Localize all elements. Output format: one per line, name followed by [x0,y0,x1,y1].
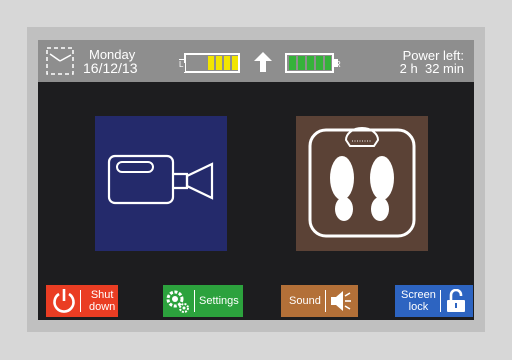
date-display: Monday 16/12/13 [83,48,138,76]
sound-button[interactable]: Sound [281,285,358,317]
shutdown-label-line1: Shut [90,289,114,301]
settings-label: Settings [199,295,239,307]
sound-label: Sound [289,295,321,307]
shutdown-label: Shut down [89,289,115,313]
power-left: Power left: 2 h 32 min [400,49,464,75]
clock-icon [46,47,74,75]
settings-button[interactable]: Settings [163,285,243,317]
separator [194,290,195,312]
screen-lock-label: Screen lock [401,289,436,313]
bathroom-scale-icon [308,127,416,238]
screen-lock-label-line1: Screen [401,289,436,301]
screen: Monday 16/12/13 L R Power left: 2 h 32 m… [38,40,474,320]
power-icon [53,289,75,313]
power-left-value: 2 h 32 min [399,61,464,76]
screen-lock-button[interactable]: Screen lock [395,285,473,317]
battery-left-label: L [178,60,185,69]
separator [80,290,81,312]
arrow-up-icon [254,52,272,72]
unlock-icon [446,289,465,312]
speaker-icon [330,291,351,311]
separator [439,290,441,312]
battery-left-icon [178,53,240,73]
gears-icon [166,290,189,313]
status-bar: Monday 16/12/13 L R Power left: 2 h 32 m… [38,40,474,82]
separator [324,290,326,312]
bottom-bar: Shut down Settings Sound Screen lock [38,283,474,320]
battery-right-label: R [335,60,341,69]
video-camera-icon [107,154,214,205]
camera-tile[interactable] [95,116,227,251]
scale-tile[interactable] [296,116,428,251]
screen-lock-label-line2: lock [408,301,429,313]
main-area [38,82,474,282]
shutdown-button[interactable]: Shut down [46,285,118,317]
shutdown-label-line2: down [89,301,116,313]
date-label: 16/12/13 [83,60,138,76]
